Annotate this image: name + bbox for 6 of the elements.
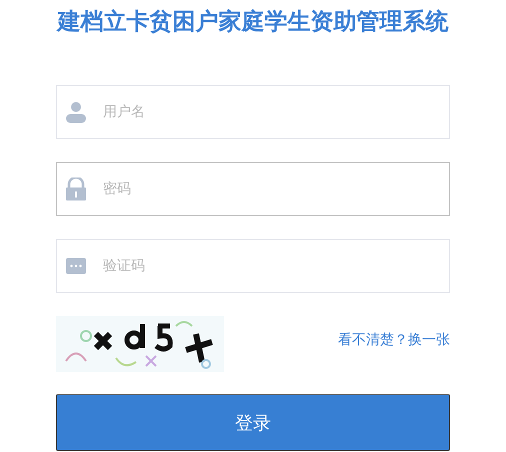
- page-title: 建档立卡贫困户家庭学生资助管理系统: [58, 8, 448, 37]
- refresh-captcha-link[interactable]: 看不清楚？换一张: [338, 331, 450, 349]
- input-field[interactable]: 用户名: [56, 85, 450, 139]
- login-button[interactable]: 登录: [56, 394, 450, 451]
- input-field[interactable]: 密码: [56, 162, 450, 216]
- input-field[interactable]: 验证码: [56, 239, 450, 293]
